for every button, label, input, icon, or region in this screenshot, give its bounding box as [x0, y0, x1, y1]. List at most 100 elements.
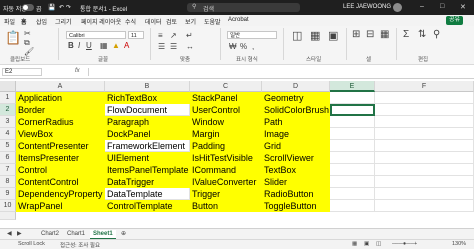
tab-help[interactable]: 도움말	[204, 17, 221, 26]
cell-d4[interactable]: Image	[262, 128, 330, 140]
tab-acrobat[interactable]: Acrobat	[228, 17, 249, 23]
share-button[interactable]: 공유	[446, 16, 464, 25]
cell-a6[interactable]: ItemsPresenter	[16, 152, 105, 164]
align-left-icon[interactable]: ☰	[158, 42, 165, 51]
cell-a10[interactable]: WrapPanel	[16, 200, 105, 212]
sheet-tab-chart1[interactable]: Chart1	[64, 230, 88, 238]
cell-e9[interactable]	[330, 188, 375, 200]
fill-color-icon[interactable]: ▲	[112, 41, 120, 50]
cut-icon[interactable]: ✂	[24, 29, 31, 38]
tab-insert[interactable]: 삽입	[36, 17, 47, 26]
cell-b6[interactable]: UIElement	[105, 152, 190, 164]
row-header-5[interactable]: 5	[0, 140, 16, 152]
align-center-icon[interactable]: ☰	[170, 42, 177, 51]
zoom-slider[interactable]: –──●──+	[392, 241, 417, 247]
bold-icon[interactable]: B	[68, 41, 74, 50]
cell-b10[interactable]: ControlTemplate	[105, 200, 190, 212]
cell-e10[interactable]	[330, 200, 375, 212]
italic-icon[interactable]: I	[78, 41, 80, 50]
cell-e5[interactable]	[330, 140, 375, 152]
row-header-8[interactable]: 8	[0, 176, 16, 188]
merge-center-icon[interactable]: ↔	[186, 42, 194, 51]
paste-icon[interactable]: 📋	[5, 30, 21, 46]
tab-view[interactable]: 보기	[185, 17, 196, 26]
avatar[interactable]	[393, 3, 402, 12]
cell-styles-icon[interactable]: ▣	[328, 29, 338, 42]
cell-e2[interactable]	[330, 104, 375, 116]
cell-e8[interactable]	[330, 176, 375, 188]
maximize-icon[interactable]: □	[440, 3, 444, 10]
cell-f9[interactable]	[375, 188, 474, 200]
cell-c4[interactable]: Margin	[190, 128, 262, 140]
tab-file[interactable]: 파일	[4, 17, 15, 26]
row-header-9[interactable]: 9	[0, 188, 16, 200]
tab-page-layout[interactable]: 페이지 레이아웃	[81, 17, 121, 26]
cell-b4[interactable]: DockPanel	[105, 128, 190, 140]
add-sheet-icon[interactable]: ⊕	[118, 230, 129, 238]
redo-icon[interactable]: ↷	[66, 4, 71, 11]
wrap-text-icon[interactable]: ↵	[186, 31, 193, 40]
cell-c8[interactable]: IValueConverter	[190, 176, 262, 188]
sort-filter-icon[interactable]: ⇅	[418, 29, 426, 40]
cell-f7[interactable]	[375, 164, 474, 176]
format-as-table-icon[interactable]: ▦	[310, 29, 320, 42]
cell-a3[interactable]: CornerRadius	[16, 116, 105, 128]
tab-formulas[interactable]: 수식	[125, 17, 136, 26]
delete-cells-icon[interactable]: ⊟	[366, 29, 374, 40]
column-header-f[interactable]: F	[375, 81, 474, 92]
search-box[interactable]: ⚲ 검색	[187, 3, 300, 13]
cell-f5[interactable]	[375, 140, 474, 152]
font-size-select[interactable]: 11	[128, 31, 144, 39]
cell-b2[interactable]: FlowDocument	[105, 104, 190, 116]
underline-icon[interactable]: U	[86, 41, 92, 50]
cell-e7[interactable]	[330, 164, 375, 176]
column-header-b[interactable]: B	[105, 81, 190, 92]
undo-icon[interactable]: ↶	[59, 4, 64, 11]
cell-b1[interactable]: RichTextBox	[105, 92, 190, 104]
cell-b5[interactable]: FrameworkElement	[105, 140, 190, 152]
row-header-6[interactable]: 6	[0, 152, 16, 164]
cell-f8[interactable]	[375, 176, 474, 188]
cell-d2[interactable]: SolidColorBrush	[262, 104, 330, 116]
cell-b9[interactable]: DataTemplate	[105, 188, 190, 200]
cell-a5[interactable]: ContentPresenter	[16, 140, 105, 152]
cell-f4[interactable]	[375, 128, 474, 140]
row-header-10[interactable]: 10	[0, 200, 16, 212]
cell-c10[interactable]: Button	[190, 200, 262, 212]
minimize-icon[interactable]: –	[420, 3, 424, 10]
name-box[interactable]: E2	[2, 68, 42, 76]
page-break-view-icon[interactable]: ◫	[376, 241, 381, 247]
cell-d5[interactable]: Grid	[262, 140, 330, 152]
cell-f1[interactable]	[375, 92, 474, 104]
column-header-e[interactable]: E	[330, 81, 375, 92]
cell-a2[interactable]: Border	[16, 104, 105, 116]
cell-c7[interactable]: ICommand	[190, 164, 262, 176]
tab-data[interactable]: 데이터	[145, 17, 162, 26]
conditional-format-icon[interactable]: ◫	[292, 29, 302, 42]
tab-review[interactable]: 검토	[166, 17, 177, 26]
number-format-select[interactable]: 일반	[227, 31, 277, 39]
cell-f10[interactable]	[375, 200, 474, 212]
comma-icon[interactable]: ,	[252, 42, 254, 51]
zoom-level[interactable]: 130%	[452, 241, 466, 247]
cell-d9[interactable]: RadioButton	[262, 188, 330, 200]
autosum-icon[interactable]: Σ	[403, 29, 409, 40]
orientation-icon[interactable]: ↗	[170, 31, 177, 40]
currency-icon[interactable]: ₩	[229, 42, 237, 51]
autosave-toggle[interactable]	[22, 4, 34, 11]
cell-d8[interactable]: Slider	[262, 176, 330, 188]
font-color-icon[interactable]: A	[124, 41, 129, 50]
font-name-select[interactable]: Calibri	[66, 31, 126, 39]
cell-e1[interactable]	[330, 92, 375, 104]
cell-f3[interactable]	[375, 116, 474, 128]
cell-f6[interactable]	[375, 152, 474, 164]
cell-a7[interactable]: Control	[16, 164, 105, 176]
column-header-a[interactable]: A	[16, 81, 105, 92]
cell-c9[interactable]: Trigger	[190, 188, 262, 200]
align-top-icon[interactable]: ≡	[158, 31, 163, 40]
cell-c1[interactable]: StackPanel	[190, 92, 262, 104]
column-header-d[interactable]: D	[262, 81, 330, 92]
select-all-corner[interactable]	[0, 81, 16, 92]
row-header-4[interactable]: 4	[0, 128, 16, 140]
cell-d3[interactable]: Path	[262, 116, 330, 128]
